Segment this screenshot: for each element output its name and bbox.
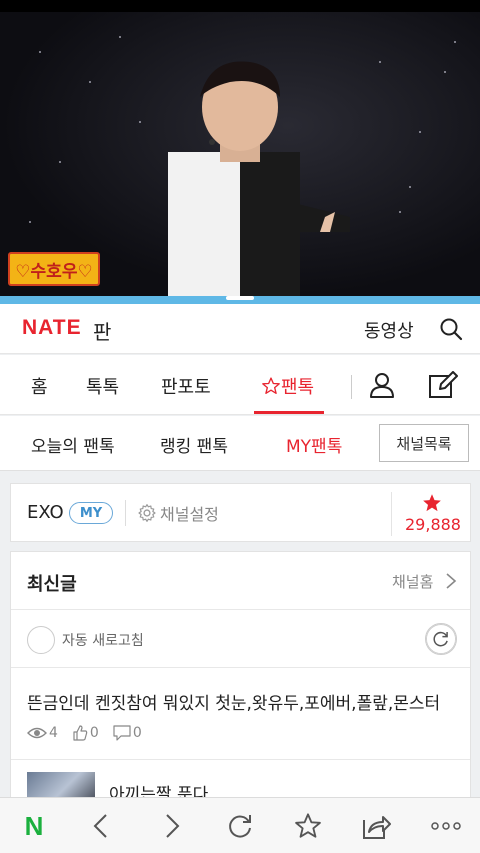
star-filled-icon[interactable]: [422, 493, 442, 513]
tab-panphoto[interactable]: 판포토: [161, 373, 211, 399]
comment-count-value: 0: [132, 725, 142, 741]
video-link[interactable]: 동영상: [364, 317, 414, 343]
list-title: 최신글: [27, 574, 77, 595]
divider-handle[interactable]: [226, 296, 254, 300]
site-header: NATE 판 동영상: [0, 304, 480, 354]
subnav-today-fantalk[interactable]: 오늘의 팬톡: [31, 432, 115, 457]
performer-figure: [168, 61, 350, 296]
list-item[interactable]: 뜬금인데 켄짓참여 뭐있지 첫눈,왓유두,포에버,폴랖,몬스터 4 0 0: [11, 668, 470, 760]
chevron-right-icon[interactable]: [445, 573, 457, 589]
comment-icon: [113, 725, 131, 741]
channel-separator-2: [391, 492, 392, 536]
subnav-ranking-fantalk[interactable]: 랭킹 팬톡: [160, 432, 228, 457]
split-divider[interactable]: [0, 296, 480, 304]
channel-home-link[interactable]: 채널홈: [392, 571, 433, 592]
channel-separator: [125, 500, 126, 526]
sub-navigation: 오늘의 팬톡 랭킹 팬톡 MY팬톡 채널목록: [0, 416, 480, 471]
main-tabs: 홈 톡톡 판포토 팬톡: [0, 355, 480, 415]
auto-refresh-row: 자동 새로고침: [11, 610, 470, 668]
subnav-my-fantalk[interactable]: MY팬톡: [286, 432, 342, 457]
star-count: 29,888: [405, 515, 461, 534]
channel-card: EXO MY 채널설정 29,888: [10, 483, 471, 542]
tab-fantalk-label: 팬톡: [281, 377, 315, 398]
channel-settings-link[interactable]: 채널설정: [160, 501, 219, 525]
reload-button[interactable]: [224, 810, 256, 842]
like-count-value: 0: [89, 725, 99, 741]
home-button[interactable]: N: [18, 810, 50, 842]
my-badge: MY: [69, 502, 113, 524]
refresh-icon: [229, 815, 251, 838]
video-sticker: ♡수호우♡: [8, 252, 100, 286]
back-button[interactable]: [85, 810, 117, 842]
eye-icon: [27, 727, 47, 739]
more-button[interactable]: [430, 810, 462, 842]
channel-name: EXO: [27, 502, 64, 523]
search-icon[interactable]: [439, 317, 463, 341]
like-count: 0: [72, 725, 99, 741]
browser-bottom-bar: N: [0, 797, 480, 853]
forward-button[interactable]: [156, 810, 188, 842]
naver-logo: N: [24, 810, 44, 841]
bookmark-button[interactable]: [292, 810, 324, 842]
auto-refresh-label: 자동 새로고침: [62, 633, 144, 649]
nate-logo[interactable]: NATE: [22, 316, 82, 340]
video-player[interactable]: ♡수호우♡: [0, 12, 480, 296]
write-icon[interactable]: [428, 371, 458, 399]
post-meta: 4 0 0: [27, 725, 156, 741]
active-tab-indicator: [254, 411, 324, 414]
star-outline-icon: [262, 377, 280, 394]
tab-fantalk[interactable]: 팬톡: [261, 373, 314, 399]
more-icon: [431, 822, 461, 830]
view-count: 4: [27, 725, 58, 741]
tab-home[interactable]: 홈: [31, 373, 48, 399]
share-button[interactable]: [360, 810, 392, 842]
share-icon: [363, 816, 391, 839]
tab-toktok[interactable]: 톡톡: [86, 373, 119, 399]
star-icon: [295, 813, 321, 838]
post-title[interactable]: 뜬금인데 켄짓참여 뭐있지 첫눈,왓유두,포에버,폴랖,몬스터: [27, 689, 440, 714]
comment-count: 0: [113, 725, 142, 741]
auto-refresh-toggle[interactable]: [27, 626, 55, 654]
status-bar: [0, 0, 480, 12]
logo-sub[interactable]: 판: [93, 316, 111, 345]
user-icon[interactable]: [368, 371, 396, 399]
view-count-value: 4: [49, 725, 58, 741]
tab-separator: [351, 375, 352, 399]
latest-posts-card: 최신글 채널홈 자동 새로고침 뜬금인데 켄짓참여 뭐있지 첫눈,왓유두,포에버…: [10, 551, 471, 812]
list-header: 최신글 채널홈: [11, 552, 470, 610]
refresh-icon[interactable]: [425, 623, 457, 655]
thumbs-up-icon: [73, 725, 88, 741]
chevron-left-icon: [93, 814, 107, 838]
chevron-right-icon: [166, 814, 180, 838]
gear-icon[interactable]: [137, 503, 157, 523]
channel-list-button[interactable]: 채널목록: [379, 424, 469, 462]
